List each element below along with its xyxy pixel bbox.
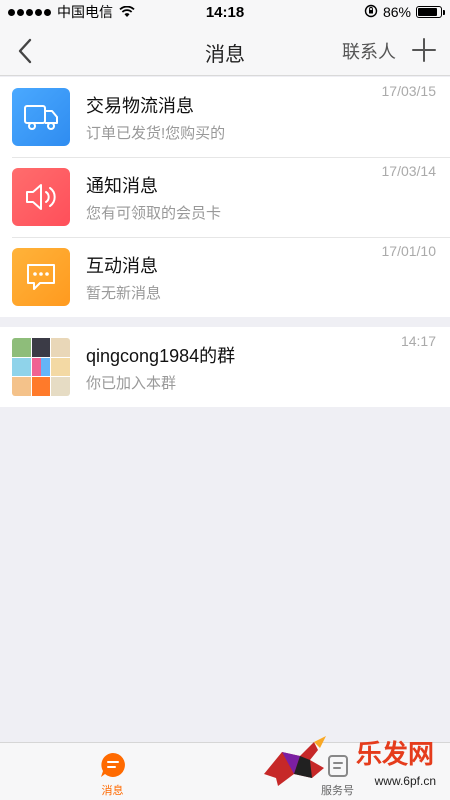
speaker-icon: [26, 184, 56, 210]
interaction-avatar: [12, 248, 70, 306]
status-left: 中国电信: [8, 2, 135, 22]
group-preview: 你已加入本群: [86, 375, 177, 392]
contacts-button[interactable]: 联系人: [342, 38, 396, 64]
wifi-icon: [119, 6, 135, 18]
group-title: qingcong1984的群: [86, 346, 236, 366]
tab-messages[interactable]: 消息: [0, 743, 225, 800]
message-preview: 您有可领取的会员卡: [86, 205, 222, 222]
group-time: 14:17: [400, 333, 436, 349]
message-time: 17/01/10: [381, 243, 437, 259]
tab-label: 消息: [101, 785, 124, 797]
truck-icon: [24, 105, 58, 130]
chat-bubble-icon: [27, 264, 55, 290]
signal-strength-icon: [8, 8, 51, 16]
carrier-label: 中国电信: [57, 4, 113, 20]
message-item-interaction[interactable]: 互动消息 暂无新消息 17/01/10: [0, 237, 450, 317]
message-item-notification[interactable]: 通知消息 您有可领取的会员卡 17/03/14: [0, 157, 450, 237]
plus-icon: [412, 38, 436, 62]
group-body: qingcong1984的群 你已加入本群: [86, 338, 450, 396]
logistics-avatar: [12, 88, 70, 146]
add-button[interactable]: [410, 36, 438, 64]
message-item-logistics[interactable]: 交易物流消息 订单已发货!您购买的 17/03/15: [0, 77, 450, 157]
nav-bar: 消息 联系人: [0, 24, 450, 76]
group-avatar-grid: [12, 338, 70, 396]
message-time: 17/03/15: [381, 83, 437, 99]
back-button[interactable]: [10, 36, 40, 66]
status-bar: 中国电信 14:18 86%: [0, 0, 450, 24]
message-preview: 暂无新消息: [86, 285, 162, 302]
tab-service[interactable]: 服务号: [225, 743, 450, 800]
status-right: 86%: [364, 4, 445, 21]
battery-percent: 86%: [382, 4, 411, 20]
group-chat-list: qingcong1984的群 你已加入本群 14:17: [0, 327, 450, 407]
orientation-lock-icon: [364, 4, 378, 21]
message-preview: 订单已发货!您购买的: [86, 125, 226, 142]
system-message-list: 交易物流消息 订单已发货!您购买的 17/03/15 通知消息 您有可领取的会员…: [0, 77, 450, 317]
battery-icon: [416, 6, 445, 18]
service-icon: [327, 755, 348, 777]
tab-bar: 消息 服务号: [0, 742, 450, 800]
message-time: 17/03/14: [381, 163, 437, 179]
notification-avatar: [12, 168, 70, 226]
message-title: 交易物流消息: [86, 96, 194, 116]
message-icon: [100, 753, 125, 777]
chevron-left-icon: [18, 38, 32, 64]
group-chat-item[interactable]: qingcong1984的群 你已加入本群 14:17: [0, 327, 450, 407]
message-title: 互动消息: [86, 256, 158, 276]
message-title: 通知消息: [86, 176, 158, 196]
tab-label: 服务号: [321, 785, 354, 797]
